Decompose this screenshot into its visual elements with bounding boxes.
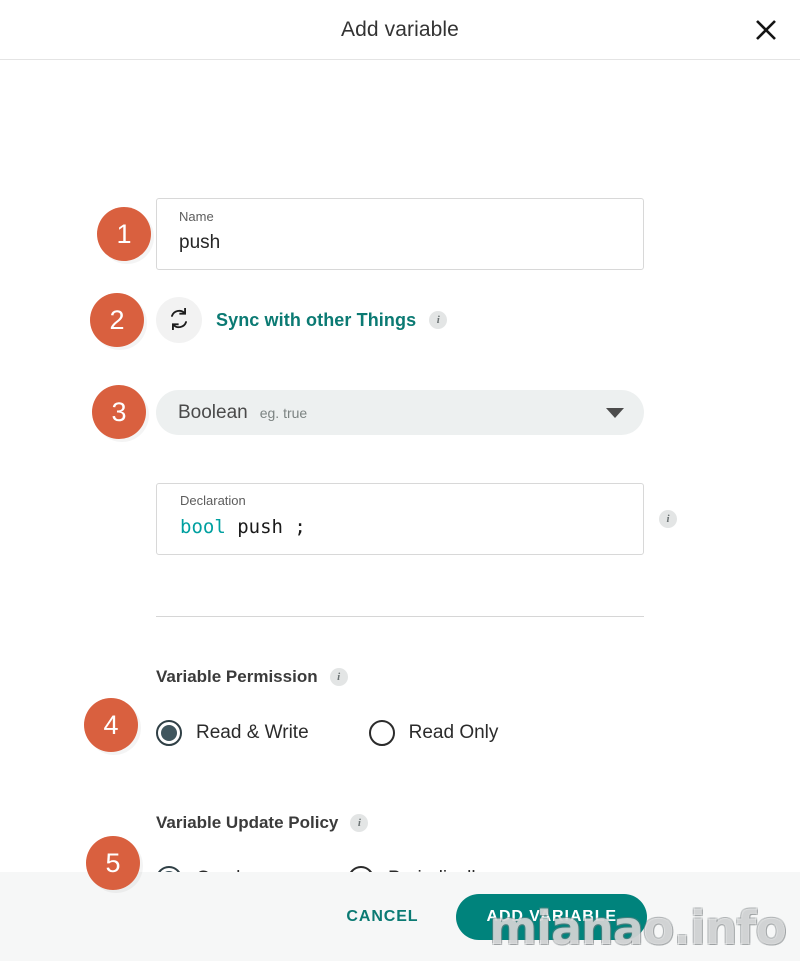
dialog-body: 1 Name push 2 Sync with other Things i 3… — [0, 60, 800, 892]
variable-permission-label: Variable Permission — [156, 667, 318, 686]
dialog-header: Add variable — [0, 0, 800, 60]
declaration-rest: push ; — [225, 516, 306, 538]
radio-indicator-selected — [156, 720, 182, 746]
sync-with-other-things-row[interactable]: Sync with other Things i — [156, 296, 448, 344]
declaration-code: bool push ; — [180, 510, 643, 544]
close-button[interactable] — [746, 10, 786, 50]
variable-update-policy-info-icon[interactable]: i — [350, 814, 369, 832]
variable-type-select[interactable]: Boolean eg. true — [156, 390, 644, 435]
declaration-field: Declaration bool push ; — [156, 483, 644, 555]
section-divider — [156, 616, 644, 617]
variable-permission-info-icon[interactable]: i — [329, 668, 348, 686]
declaration-label: Declaration — [180, 493, 246, 508]
declaration-info-icon[interactable]: i — [659, 510, 677, 528]
sync-label[interactable]: Sync with other Things — [216, 310, 416, 331]
step-badge-2: 2 — [90, 293, 144, 347]
declaration-type-keyword: bool — [180, 516, 226, 538]
sync-info-icon[interactable]: i — [429, 311, 448, 329]
name-label: Name — [179, 209, 214, 224]
variable-type-hint: eg. true — [259, 404, 308, 421]
name-input[interactable]: Name push — [156, 198, 644, 270]
radio-read-and-write[interactable]: Read & Write — [156, 720, 309, 746]
variable-permission-radio-group: Read & Write Read Only — [156, 720, 498, 746]
name-value: push — [179, 232, 221, 253]
close-icon — [754, 18, 778, 42]
radio-label: Read Only — [408, 722, 499, 743]
add-variable-button[interactable]: ADD VARIABLE — [456, 893, 647, 940]
sync-icon — [166, 306, 192, 335]
step-badge-1: 1 — [97, 207, 151, 261]
step-badge-3: 3 — [92, 385, 146, 439]
page-title: Add variable — [341, 17, 459, 41]
variable-type-value: Boolean — [178, 401, 248, 423]
variable-permission-title: Variable Permission i — [156, 667, 348, 687]
radio-indicator-unselected — [368, 720, 395, 746]
variable-update-policy-title: Variable Update Policy i — [156, 813, 369, 833]
cancel-button[interactable]: CANCEL — [338, 898, 426, 936]
radio-label: Read & Write — [196, 722, 309, 743]
chevron-down-icon — [606, 407, 624, 418]
sync-icon-button[interactable] — [156, 297, 202, 343]
radio-read-only[interactable]: Read Only — [368, 720, 499, 746]
step-badge-4: 4 — [84, 698, 138, 752]
step-badge-5: 5 — [86, 836, 140, 890]
variable-update-policy-label: Variable Update Policy — [156, 813, 339, 832]
